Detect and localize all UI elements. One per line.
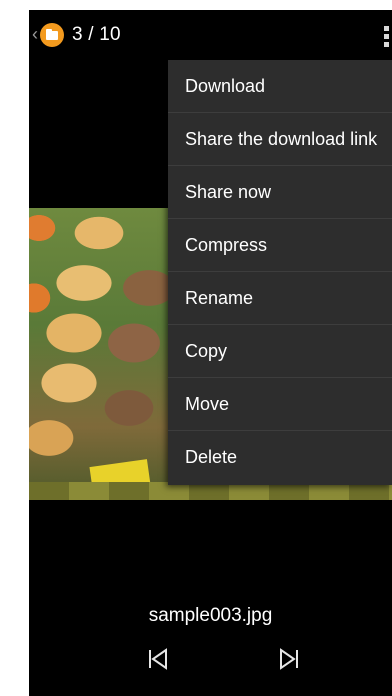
file-name: sample003.jpg — [148, 605, 273, 626]
folder-bubble-icon[interactable] — [40, 23, 64, 47]
menu-item-share-now[interactable]: Share now — [168, 166, 392, 219]
skip-next-icon[interactable] — [277, 647, 307, 677]
skip-previous-icon[interactable] — [146, 647, 176, 677]
menu-item-copy[interactable]: Copy — [168, 325, 392, 378]
menu-item-compress[interactable]: Compress — [168, 219, 392, 272]
overflow-menu: Download Share the download link Share n… — [168, 60, 392, 485]
image-counter: 3 / 10 — [72, 24, 121, 45]
menu-item-move[interactable]: Move — [168, 378, 392, 431]
menu-item-delete[interactable]: Delete — [168, 431, 392, 483]
action-bar: ‹ 3 / 10 — [29, 10, 392, 60]
menu-item-share-download-link[interactable]: Share the download link — [168, 113, 392, 166]
menu-item-download[interactable]: Download — [168, 60, 392, 113]
chevron-left-icon[interactable]: ‹ — [32, 24, 38, 45]
menu-item-rename[interactable]: Rename — [168, 272, 392, 325]
overflow-menu-icon[interactable] — [384, 26, 390, 47]
